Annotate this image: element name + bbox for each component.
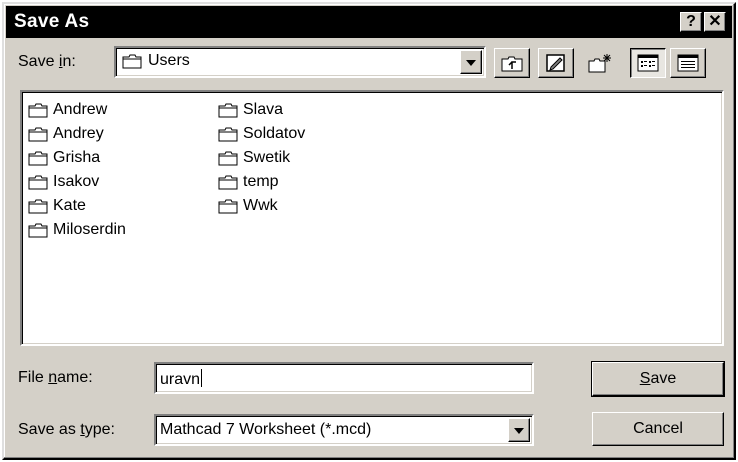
save-in-label: Save in: xyxy=(18,53,76,71)
list-item[interactable]: Isakov xyxy=(28,170,126,194)
details-view-icon xyxy=(677,54,699,72)
folder-icon xyxy=(218,199,238,213)
text-caret xyxy=(201,369,203,387)
folder-icon xyxy=(122,54,142,68)
cancel-button[interactable]: Cancel xyxy=(592,412,724,446)
file-name-input[interactable]: uravn xyxy=(154,362,534,394)
new-folder-icon xyxy=(588,54,611,73)
save-in-dropdown-arrow[interactable] xyxy=(460,50,482,74)
title-bar[interactable]: Save As ? ✕ xyxy=(6,6,732,38)
save-in-dropdown[interactable]: Users xyxy=(114,46,486,78)
save-in-value: Users xyxy=(122,52,190,70)
folder-name: Soldatov xyxy=(243,125,306,142)
file-name-label: File name: xyxy=(18,369,93,387)
folder-name: Grisha xyxy=(53,149,101,166)
details-view-button[interactable] xyxy=(670,48,706,78)
save-in-folder-name: Users xyxy=(148,52,190,69)
save-as-type-label: Save as type: xyxy=(18,421,115,439)
save-as-type-dropdown-arrow[interactable] xyxy=(508,418,530,442)
list-item[interactable]: Slava xyxy=(218,98,305,122)
list-item[interactable]: Soldatov xyxy=(218,122,305,146)
list-item[interactable]: Wwk xyxy=(218,194,305,218)
folder-icon xyxy=(28,199,48,213)
save-in-label-text: Save xyxy=(18,53,59,70)
file-name-label-text-end: ame: xyxy=(57,369,93,386)
list-item[interactable]: Miloserdin xyxy=(28,218,126,242)
save-as-type-label-text-end: ype: xyxy=(84,421,115,438)
list-item[interactable]: Grisha xyxy=(28,146,126,170)
file-name-label-text: File xyxy=(18,369,49,386)
folder-name: temp xyxy=(243,173,279,190)
file-list-column-2: Slava Soldatov Swetik temp Wwk xyxy=(218,98,305,218)
folder-icon xyxy=(218,151,238,165)
up-one-level-button[interactable] xyxy=(494,48,530,78)
folder-icon xyxy=(218,175,238,189)
save-button[interactable]: Save xyxy=(591,361,725,397)
folder-name: Wwk xyxy=(243,197,278,214)
list-item[interactable]: Kate xyxy=(28,194,126,218)
folder-icon xyxy=(28,127,48,141)
folder-icon xyxy=(28,175,48,189)
folder-icon xyxy=(218,127,238,141)
list-item[interactable]: Andrew xyxy=(28,98,126,122)
save-as-type-dropdown[interactable]: Mathcad 7 Worksheet (*.mcd) xyxy=(154,414,534,446)
folder-name: Andrey xyxy=(53,125,104,142)
folder-name: Miloserdin xyxy=(53,221,126,238)
up-one-level-icon xyxy=(501,56,523,72)
folder-name: Andrew xyxy=(53,101,108,118)
folder-icon xyxy=(28,103,48,117)
help-button[interactable]: ? xyxy=(680,12,702,32)
save-in-label-text-end: n: xyxy=(62,53,76,70)
save-as-type-label-text: Save as xyxy=(18,421,81,438)
folder-icon xyxy=(28,223,48,237)
save-as-dialog: Save As ? ✕ Save in: Users Andrew Andrey… xyxy=(2,2,736,460)
folder-name: Slava xyxy=(243,101,284,118)
folder-name: Kate xyxy=(53,197,86,214)
save-button-label: ave xyxy=(650,370,677,387)
folder-name: Isakov xyxy=(53,173,100,190)
folder-name: Swetik xyxy=(243,149,291,166)
save-button-accel: S xyxy=(639,370,651,387)
list-view-icon xyxy=(637,54,659,72)
file-name-value: uravn xyxy=(160,369,203,389)
list-item[interactable]: temp xyxy=(218,170,305,194)
list-item[interactable]: Andrey xyxy=(28,122,126,146)
close-button[interactable]: ✕ xyxy=(704,12,726,32)
dialog-title: Save As xyxy=(14,11,90,32)
file-name-label-accel: n xyxy=(48,369,58,386)
new-folder-button[interactable] xyxy=(582,48,618,78)
folder-icon xyxy=(218,103,238,117)
desktop-button[interactable] xyxy=(538,48,574,78)
save-as-type-value: Mathcad 7 Worksheet (*.mcd) xyxy=(160,421,372,438)
desktop-icon xyxy=(546,54,565,72)
file-list[interactable]: Andrew Andrey Grisha Isakov Kate Miloser… xyxy=(20,90,724,346)
list-item[interactable]: Swetik xyxy=(218,146,305,170)
folder-icon xyxy=(28,151,48,165)
file-name-text: uravn xyxy=(160,371,201,388)
list-view-button[interactable] xyxy=(630,48,666,78)
file-list-column-1: Andrew Andrey Grisha Isakov Kate Miloser… xyxy=(28,98,126,242)
